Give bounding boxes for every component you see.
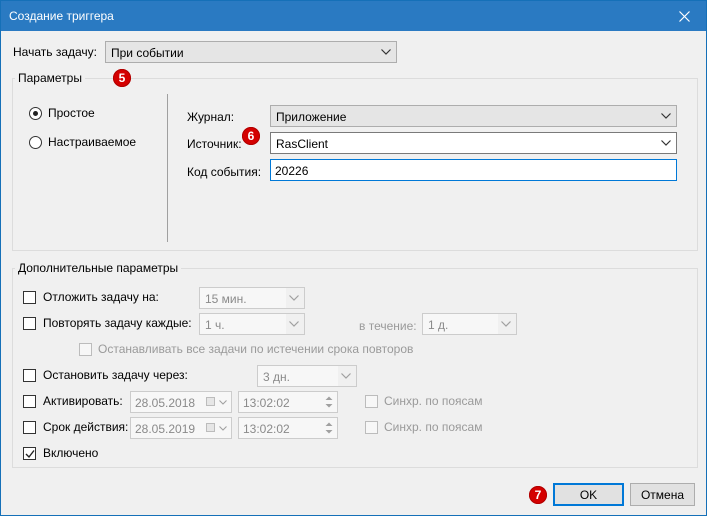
chevron-down-icon [219, 426, 227, 431]
expire-sync-label: Синхр. по поясам [384, 420, 483, 434]
badge-5: 5 [113, 69, 131, 87]
chevron-down-icon [289, 321, 299, 327]
advanced-group-title: Дополнительные параметры [15, 261, 182, 275]
activate-date-picker[interactable]: 28.05.2018 [130, 391, 232, 413]
activate-time-value: 13:02:02 [243, 396, 290, 410]
start-task-value: При событии [111, 46, 184, 60]
repeat-label: Повторять задачу каждые: [43, 316, 192, 330]
delay-select[interactable]: 15 мин. [199, 287, 305, 309]
chevron-down-icon [661, 140, 671, 146]
parameters-group-title: Параметры [15, 71, 85, 85]
spin-arrows-icon [325, 396, 333, 408]
log-label: Журнал: [187, 110, 235, 124]
badge-6: 6 [242, 127, 260, 145]
activate-sync-checkbox[interactable] [365, 395, 378, 408]
stop-all-checkbox[interactable] [79, 343, 92, 356]
stop-after-value: 3 дн. [263, 370, 290, 384]
event-code-input[interactable]: 20226 [270, 159, 677, 181]
delay-checkbox[interactable] [23, 291, 36, 304]
ok-button[interactable]: OK [553, 483, 624, 506]
activate-checkbox[interactable] [23, 395, 36, 408]
calendar-icon [206, 423, 215, 432]
activate-label: Активировать: [43, 394, 123, 408]
close-button[interactable] [662, 1, 706, 31]
delay-value: 15 мин. [205, 292, 247, 306]
log-select[interactable]: Приложение [270, 105, 677, 127]
window-title: Создание триггера [9, 9, 114, 23]
chevron-down-icon [661, 113, 671, 119]
source-label: Источник: [187, 137, 242, 151]
start-task-label: Начать задачу: [13, 45, 97, 59]
enabled-checkbox[interactable] [23, 447, 36, 460]
chevron-down-icon [381, 49, 391, 55]
repeat-checkbox[interactable] [23, 317, 36, 330]
stop-after-label: Остановить задачу через: [43, 368, 188, 382]
trigger-dialog: Создание триггера Начать задачу: При соб… [0, 0, 707, 516]
activate-time-picker[interactable]: 13:02:02 [238, 391, 338, 413]
duration-label: в течение: [359, 319, 417, 333]
expire-label: Срок действия: [43, 420, 129, 434]
stop-after-select[interactable]: 3 дн. [257, 365, 357, 387]
log-value: Приложение [276, 110, 347, 124]
calendar-icon [206, 397, 215, 406]
cancel-button[interactable]: Отмена [630, 483, 695, 506]
expire-checkbox[interactable] [23, 421, 36, 434]
enabled-label: Включено [43, 446, 99, 460]
start-task-select[interactable]: При событии [105, 41, 397, 63]
event-code-value: 20226 [275, 164, 309, 178]
activate-date-value: 28.05.2018 [135, 396, 196, 410]
duration-value: 1 д. [428, 318, 449, 332]
stop-all-label: Останавливать все задачи по истечении ср… [98, 342, 414, 356]
activate-sync-label: Синхр. по поясам [384, 394, 483, 408]
chevron-down-icon [219, 400, 227, 405]
expire-date-value: 28.05.2019 [135, 422, 196, 436]
stop-after-checkbox[interactable] [23, 369, 36, 382]
repeat-value: 1 ч. [205, 318, 225, 332]
event-code-label: Код события: [187, 165, 262, 179]
close-icon [678, 10, 690, 22]
checkmark-icon [25, 450, 35, 459]
radio-custom[interactable] [29, 136, 42, 149]
badge-7: 7 [529, 486, 547, 504]
delay-label: Отложить задачу на: [43, 290, 159, 304]
expire-time-picker[interactable]: 13:02:02 [238, 417, 338, 439]
expire-time-value: 13:02:02 [243, 422, 290, 436]
repeat-select[interactable]: 1 ч. [199, 313, 305, 335]
radio-simple-label: Простое [48, 106, 95, 120]
chevron-down-icon [289, 295, 299, 301]
expire-date-picker[interactable]: 28.05.2019 [130, 417, 232, 439]
radio-simple[interactable] [29, 107, 42, 120]
title-bar: Создание триггера [1, 1, 706, 31]
radio-custom-label: Настраиваемое [48, 135, 137, 149]
spin-arrows-icon [325, 422, 333, 434]
expire-sync-checkbox[interactable] [365, 421, 378, 434]
source-value: RasClient [276, 137, 329, 151]
source-select[interactable]: RasClient [270, 132, 677, 154]
parameters-divider [167, 94, 168, 242]
chevron-down-icon [341, 373, 351, 379]
chevron-down-icon [501, 321, 511, 327]
duration-select[interactable]: 1 д. [422, 313, 517, 335]
